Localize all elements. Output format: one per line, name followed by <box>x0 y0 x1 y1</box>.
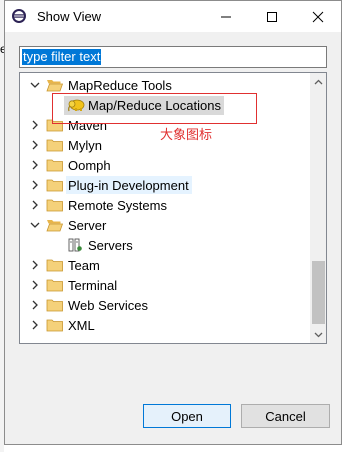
folder-open-icon <box>46 220 63 232</box>
maximize-icon <box>267 11 277 22</box>
chevron-right-icon[interactable] <box>30 300 40 310</box>
tree-item-web-services[interactable]: Web Services <box>20 295 310 315</box>
window-title: Show View <box>37 9 102 24</box>
show-view-dialog: Show View type filter text MapReduce Too… <box>4 0 342 445</box>
scroll-up-button[interactable] <box>310 73 326 90</box>
tree-item-label: Server <box>68 218 107 233</box>
chevron-right-icon[interactable] <box>30 120 40 130</box>
servers-icon <box>68 238 82 252</box>
tree-item-label: XML <box>68 318 95 333</box>
tree-item-label: Remote Systems <box>68 198 167 213</box>
tree-item-label: Mylyn <box>68 138 102 153</box>
tree-item-label: Oomph <box>68 158 111 173</box>
folder-icon <box>46 299 63 312</box>
tree-item-label: Terminal <box>68 278 118 293</box>
minimize-button[interactable] <box>203 1 249 32</box>
tree-item-mapreduce-tools[interactable]: MapReduce Tools <box>20 75 310 95</box>
folder-icon <box>46 179 63 192</box>
cancel-button[interactable]: Cancel <box>241 404 330 428</box>
tree-item-label: MapReduce Tools <box>68 78 172 93</box>
chevron-right-icon[interactable] <box>30 260 40 270</box>
tree-item-label: Team <box>68 258 100 273</box>
open-button[interactable]: Open <box>143 404 231 428</box>
chevron-down-icon[interactable] <box>30 80 40 90</box>
scrollbar-thumb[interactable] <box>312 261 325 324</box>
annotation-box <box>52 93 257 124</box>
filter-input-text: type filter text <box>22 49 102 65</box>
tree-item-label: Web Services <box>68 298 148 313</box>
tree-item-plug-in-development[interactable]: Plug-in Development <box>20 175 310 195</box>
tree-item-servers[interactable]: Servers <box>20 235 310 255</box>
tree-item-terminal[interactable]: Terminal <box>20 275 310 295</box>
scroll-down-button[interactable] <box>310 326 326 343</box>
folder-icon <box>46 319 63 332</box>
annotation-label: 大象图标 <box>160 127 213 142</box>
folder-icon <box>46 199 63 212</box>
minimize-icon <box>221 16 231 17</box>
close-icon <box>312 11 324 22</box>
folder-open-icon <box>46 80 63 92</box>
chevron-right-icon[interactable] <box>30 320 40 330</box>
tree-item-xml[interactable]: XML <box>20 315 310 335</box>
folder-icon <box>46 279 63 292</box>
tree-item-label: Plug-in Development <box>68 178 189 193</box>
tree-item-remote-systems[interactable]: Remote Systems <box>20 195 310 215</box>
filter-input[interactable]: type filter text <box>19 46 327 68</box>
vertical-scrollbar[interactable] <box>310 73 326 343</box>
tree-item-server[interactable]: Server <box>20 215 310 235</box>
chevron-right-icon[interactable] <box>30 180 40 190</box>
tree-item-oomph[interactable]: Oomph <box>20 155 310 175</box>
folder-icon <box>46 159 63 172</box>
chevron-right-icon[interactable] <box>30 280 40 290</box>
tree-item-team[interactable]: Team <box>20 255 310 275</box>
maximize-button[interactable] <box>249 1 295 32</box>
folder-icon <box>46 139 63 152</box>
chevron-down-icon <box>314 332 323 337</box>
chevron-right-icon[interactable] <box>30 140 40 150</box>
chevron-right-icon[interactable] <box>30 160 40 170</box>
close-button[interactable] <box>295 1 341 32</box>
eclipse-icon <box>12 9 26 23</box>
chevron-up-icon <box>314 79 323 84</box>
chevron-down-icon[interactable] <box>30 220 40 230</box>
chevron-right-icon[interactable] <box>30 200 40 210</box>
title-bar[interactable]: Show View <box>5 1 341 32</box>
folder-icon <box>46 259 63 272</box>
tree-item-label: Servers <box>88 238 133 253</box>
